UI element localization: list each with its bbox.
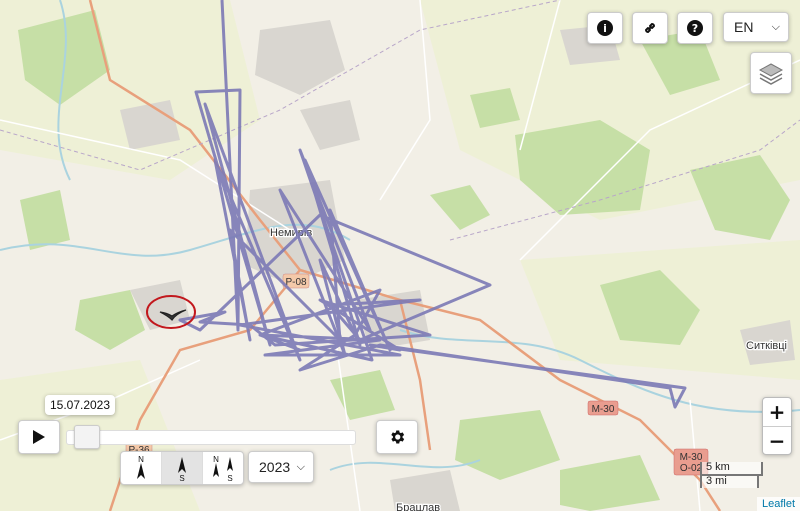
svg-text:S: S bbox=[179, 474, 184, 483]
play-button[interactable] bbox=[18, 420, 60, 454]
north-south-button[interactable]: N S bbox=[203, 452, 243, 484]
place-label-sytkivtsi: Ситківці bbox=[746, 340, 787, 352]
gear-icon bbox=[391, 430, 405, 444]
zoom-control: + − bbox=[762, 397, 792, 455]
info-button[interactable]: i bbox=[587, 12, 623, 44]
play-icon bbox=[33, 430, 45, 444]
svg-text:S: S bbox=[227, 474, 232, 483]
year-value: 2023 bbox=[259, 459, 291, 475]
link-button[interactable] bbox=[632, 12, 668, 44]
svg-text:N: N bbox=[138, 455, 144, 464]
chevron-down-icon: ⌵ bbox=[296, 460, 305, 473]
link-icon bbox=[644, 22, 656, 34]
road-shield-m30: М-30 bbox=[587, 400, 619, 416]
north-up-button[interactable]: N bbox=[121, 452, 162, 484]
current-date: 15.07.2023 bbox=[49, 398, 111, 412]
compass-north-icon: N bbox=[137, 455, 145, 479]
help-icon: ? bbox=[687, 20, 703, 36]
compass-south-icon: S bbox=[178, 457, 186, 483]
south-up-button[interactable]: S bbox=[162, 452, 203, 484]
svg-text:М-30: М-30 bbox=[592, 404, 615, 415]
current-date-tooltip: 15.07.2023 bbox=[45, 395, 115, 415]
svg-text:Р-08: Р-08 bbox=[285, 277, 307, 288]
compass-both-icon: N S bbox=[213, 455, 233, 483]
zoom-out-button[interactable]: − bbox=[763, 427, 791, 455]
place-label-bratslav: Брацлав bbox=[396, 502, 440, 511]
info-icon: i bbox=[597, 20, 613, 36]
scale-bar: 5 km 3 mi bbox=[700, 462, 763, 488]
help-button[interactable]: ? bbox=[677, 12, 713, 44]
layers-icon bbox=[758, 63, 784, 85]
north-orientation-group: N S N S bbox=[120, 451, 244, 485]
timeline-slider-track[interactable] bbox=[66, 430, 356, 445]
chevron-down-icon: ⌵ bbox=[771, 20, 780, 33]
scale-mi: 3 mi bbox=[700, 474, 759, 488]
settings-button[interactable] bbox=[376, 420, 418, 454]
language-select[interactable]: EN ⌵ bbox=[723, 12, 789, 42]
timeline-slider-handle[interactable] bbox=[73, 425, 100, 449]
year-select[interactable]: 2023 ⌵ bbox=[248, 451, 314, 483]
svg-text:N: N bbox=[213, 455, 219, 464]
attribution-link[interactable]: Leaflet bbox=[756, 497, 800, 511]
layers-button[interactable] bbox=[750, 52, 792, 94]
zoom-in-button[interactable]: + bbox=[763, 398, 791, 427]
language-value: EN bbox=[734, 19, 754, 35]
